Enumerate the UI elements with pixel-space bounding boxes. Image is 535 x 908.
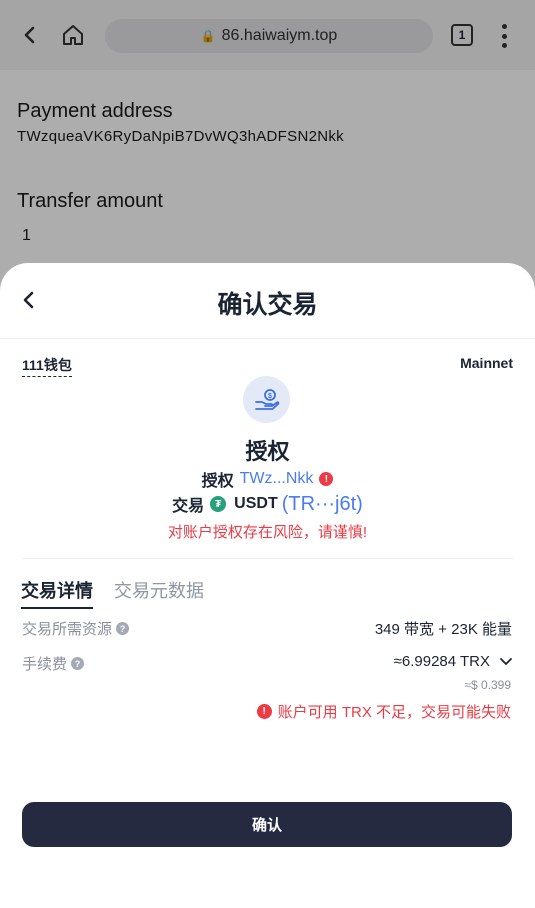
insufficient-warning-text: 账户可用 TRX 不足，交易可能失败 — [277, 704, 511, 721]
fee-usd-value: ≈$ 0.399 — [464, 678, 511, 692]
approve-hand-coin-icon: $ — [243, 376, 290, 423]
help-icon[interactable]: ? — [71, 657, 85, 670]
warning-icon[interactable]: ! — [319, 472, 334, 486]
transaction-row: 交易 ₮ USDT (TR···j6t) — [0, 492, 535, 516]
wallet-name[interactable]: 111钱包 — [22, 355, 72, 377]
auth-address[interactable]: TWz...Nkk — [240, 470, 314, 488]
network-label: Mainnet — [460, 355, 513, 371]
fee-label: 手续费 — [22, 656, 68, 673]
resources-label: 交易所需资源 — [22, 621, 113, 638]
fee-value-row[interactable]: ≈6.99284 TRX — [394, 653, 512, 670]
resources-value: 349 带宽 + 23K 能量 — [374, 621, 512, 638]
sheet-header: 确认交易 — [0, 263, 535, 339]
insufficient-trx-warning: ! 账户可用 TRX 不足，交易可能失败 — [256, 701, 511, 722]
fee-label-row: 手续费 ? — [22, 653, 85, 674]
chevron-down-icon[interactable] — [500, 657, 512, 666]
svg-text:$: $ — [268, 393, 272, 400]
risk-warning: 对账户授权存在风险，请谨慎! — [167, 524, 368, 541]
token-contract-address[interactable]: (TR···j6t) — [282, 493, 363, 516]
resources-label-row: 交易所需资源 ? — [22, 618, 130, 639]
tab-transaction-details[interactable]: 交易详情 — [21, 577, 93, 609]
sheet-title: 确认交易 — [217, 291, 318, 319]
tab-transaction-metadata[interactable]: 交易元数据 — [114, 577, 204, 603]
confirm-transaction-sheet: 确认交易 111钱包 Mainnet $ 授权 授权 TWz...Nkk ! 交… — [0, 263, 535, 908]
confirm-button[interactable]: 确认 — [22, 802, 512, 847]
tx-label: 交易 — [172, 498, 205, 515]
auth-label: 授权 — [201, 473, 234, 490]
divider — [22, 558, 513, 559]
tether-icon: ₮ — [210, 496, 227, 512]
token-symbol: USDT — [234, 495, 278, 512]
action-title: 授权 — [245, 439, 290, 464]
fee-value: ≈6.99284 TRX — [393, 653, 490, 670]
authorization-row: 授权 TWz...Nkk ! — [0, 467, 535, 491]
help-icon[interactable]: ? — [116, 622, 130, 635]
warning-icon: ! — [256, 704, 272, 719]
